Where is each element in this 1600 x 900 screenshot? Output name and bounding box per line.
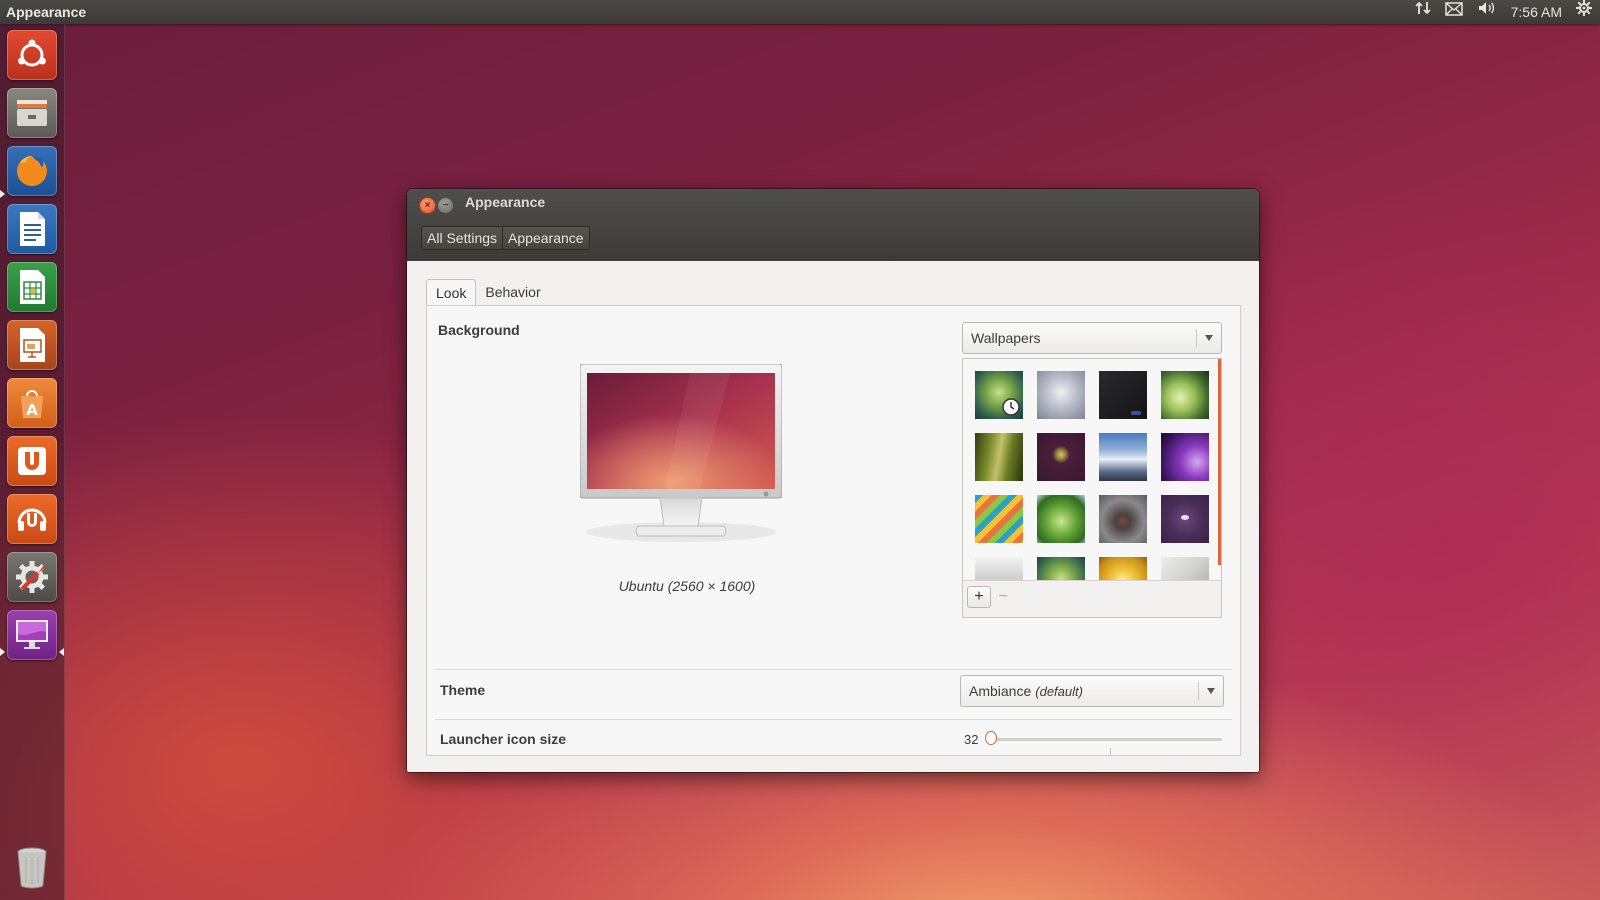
launcher-icon-size-label: Launcher icon size [440, 731, 567, 747]
wallpaper-thumbnail[interactable] [1037, 495, 1085, 543]
wallpaper-toolbar: + − [963, 580, 1221, 617]
divider [435, 669, 1232, 670]
tab-behavior[interactable]: Behavior [476, 279, 549, 306]
clock[interactable]: 7:56 AM [1511, 0, 1562, 24]
background-source-value: Wallpapers [971, 330, 1041, 346]
background-preview [579, 363, 783, 546]
window-title: Appearance [465, 194, 546, 210]
look-panel: Background Ubuntu (2560 × 1600) Wallpape… [426, 305, 1241, 756]
wallpaper-thumbnail[interactable] [1099, 433, 1147, 481]
theme-value: Ambiance [969, 683, 1032, 699]
slideshow-clock-icon [1002, 398, 1020, 416]
system-settings-icon[interactable] [7, 552, 57, 602]
breadcrumb-appearance[interactable]: Appearance [502, 227, 589, 249]
wallpaper-thumbnail[interactable] [1099, 495, 1147, 543]
ubuntu-one-icon[interactable] [7, 436, 57, 486]
volume-icon[interactable] [1477, 0, 1497, 24]
launcher-icon-size-slider[interactable] [990, 738, 1222, 741]
theme-label: Theme [440, 682, 486, 698]
wallpaper-thumbnail[interactable] [1037, 433, 1085, 481]
wallpaper-grid[interactable]: + − [962, 358, 1222, 618]
ubuntu-one-music-icon[interactable] [7, 494, 57, 544]
launcher-icon-size-value: 32 [964, 732, 979, 747]
libreoffice-writer-icon[interactable] [7, 204, 57, 254]
slider-tick [1110, 748, 1111, 756]
libreoffice-calc-icon[interactable] [7, 262, 57, 312]
wallpaper-thumbnail[interactable] [975, 433, 1023, 481]
remove-wallpaper-button[interactable]: − [991, 586, 1015, 608]
background-label: Background [438, 322, 520, 338]
files-icon[interactable] [7, 88, 57, 138]
close-button[interactable]: × [419, 197, 436, 214]
wallpaper-thumbnail[interactable] [1161, 433, 1209, 481]
theme-dropdown[interactable]: Ambiance (default) [960, 675, 1224, 707]
wallpaper-thumbnail[interactable] [975, 495, 1023, 543]
wallpaper-thumbnail[interactable] [1161, 371, 1209, 419]
window-titlebar[interactable]: × − Appearance All Settings Appearance [407, 189, 1259, 261]
wallpaper-thumbnail[interactable] [1161, 495, 1209, 543]
ubuntu-dash-icon[interactable] [7, 30, 57, 80]
background-caption: Ubuntu (2560 × 1600) [618, 578, 756, 594]
appearance-icon[interactable] [7, 610, 57, 660]
breadcrumb-all-settings[interactable]: All Settings [422, 227, 503, 249]
network-icon[interactable] [1414, 0, 1431, 24]
wallpaper-thumbnail[interactable] [1099, 371, 1147, 419]
firefox-icon[interactable] [7, 146, 57, 196]
software-center-icon[interactable]: A [7, 378, 57, 428]
minimize-button[interactable]: − [437, 197, 454, 214]
chevron-down-icon [1207, 688, 1215, 694]
slider-handle[interactable] [985, 731, 997, 745]
gear-icon[interactable] [1576, 0, 1592, 24]
background-source-dropdown[interactable]: Wallpapers [962, 322, 1222, 354]
libreoffice-impress-icon[interactable] [7, 320, 57, 370]
breadcrumb: All Settings Appearance [421, 226, 590, 250]
chevron-down-icon [1205, 335, 1213, 341]
divider [435, 719, 1232, 720]
top-panel: Appearance 7:56 AM [0, 0, 1600, 24]
tab-look[interactable]: Look [426, 279, 477, 306]
wallpaper-thumbnail[interactable] [975, 371, 1023, 419]
launcher: A [0, 24, 65, 900]
mail-icon[interactable] [1444, 0, 1463, 24]
add-wallpaper-button[interactable]: + [967, 586, 991, 608]
wallpaper-scrollbar[interactable] [1218, 359, 1221, 565]
indicator-area: 7:56 AM [1414, 0, 1592, 24]
tab-bar: Look Behavior [426, 279, 550, 306]
appearance-window: × − Appearance All Settings Appearance L… [407, 189, 1259, 772]
trash-icon[interactable] [7, 842, 57, 892]
app-title: Appearance [6, 4, 87, 20]
svg-text:A: A [26, 401, 38, 419]
theme-default-suffix: (default) [1035, 683, 1083, 699]
wallpaper-thumbnail[interactable] [1037, 371, 1085, 419]
